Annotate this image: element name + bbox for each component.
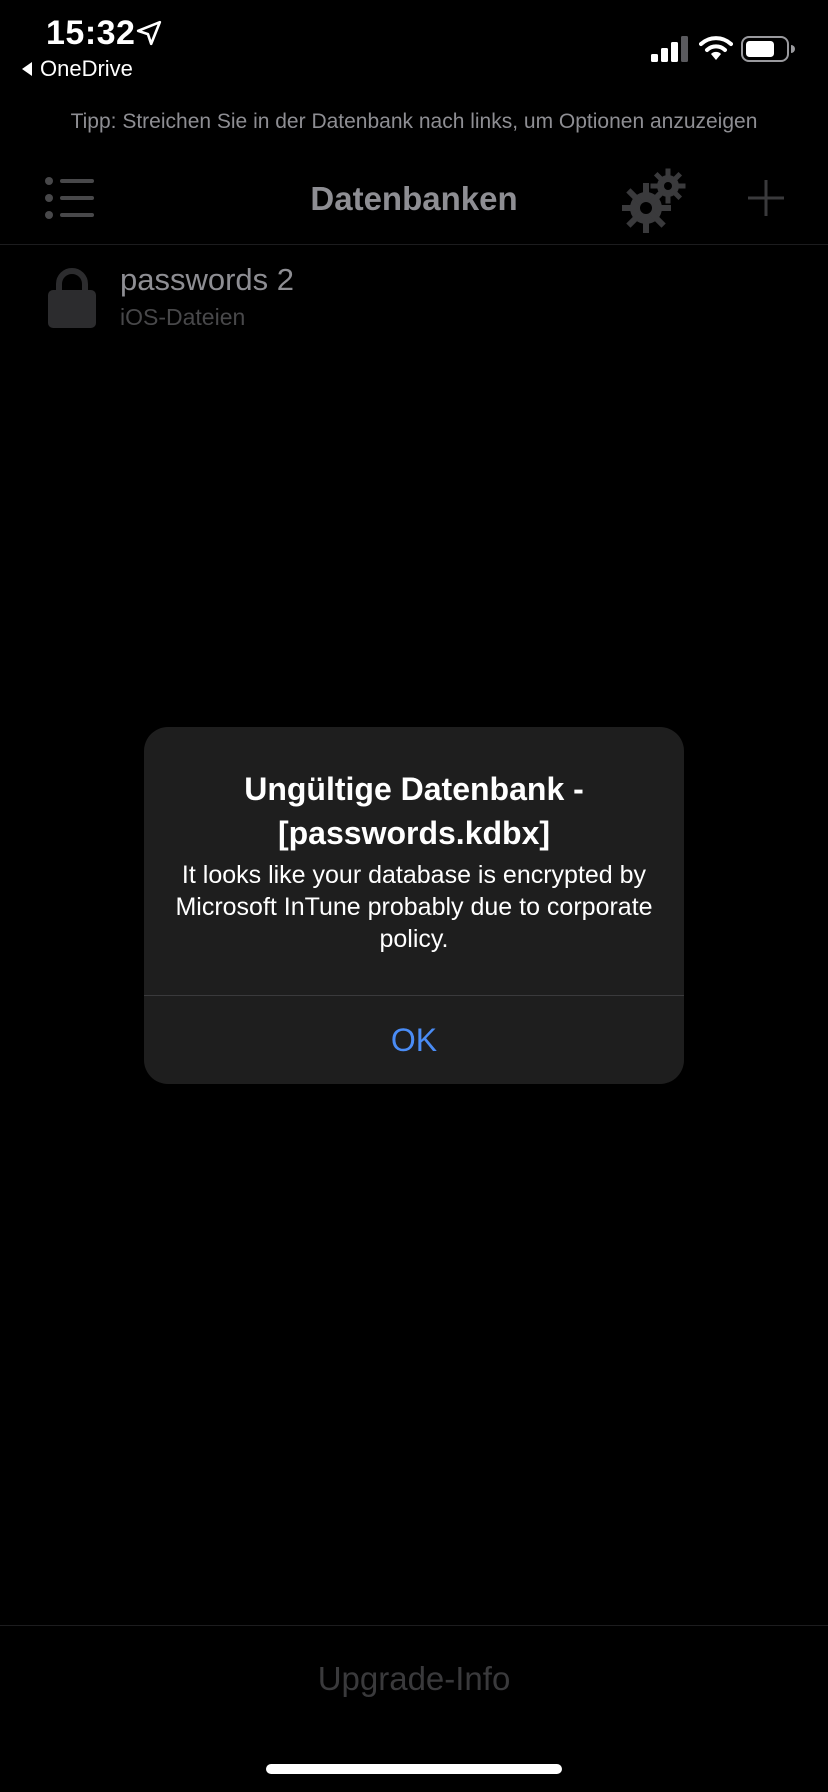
swipe-tip: Tipp: Streichen Sie in der Datenbank nac…: [70, 110, 758, 133]
footer-divider: [0, 1625, 828, 1626]
back-app-label: OneDrive: [40, 56, 133, 81]
database-name: passwords 2: [120, 262, 295, 297]
cellular-signal-icon: [651, 36, 688, 62]
lock-icon: [48, 268, 96, 328]
alert-title: Ungültige Datenbank - [passwords.kdbx]: [244, 771, 584, 851]
upgrade-info-button[interactable]: Upgrade-Info: [0, 1660, 828, 1698]
wifi-icon: [699, 36, 733, 60]
alert-dialog: Ungültige Datenbank - [passwords.kdbx] I…: [144, 727, 684, 1084]
ok-button[interactable]: OK: [144, 996, 684, 1084]
home-indicator[interactable]: [266, 1764, 562, 1774]
location-arrow-icon: [136, 20, 162, 46]
page-title: Datenbanken: [310, 180, 518, 217]
status-time: 15:32: [46, 14, 136, 52]
alert-message: It looks like your database is encrypted…: [175, 861, 653, 953]
back-to-app-button[interactable]: OneDrive: [20, 56, 133, 82]
status-bar: 15:32 OneDrive: [0, 0, 828, 90]
plus-icon[interactable]: [746, 178, 786, 218]
battery-icon: [741, 36, 795, 62]
database-list-item[interactable]: passwords 2 iOS-Dateien: [0, 248, 828, 338]
gear-icon[interactable]: [622, 168, 688, 234]
navigation-bar: Datenbanken: [0, 160, 828, 245]
database-source: iOS-Dateien: [120, 304, 246, 330]
list-icon[interactable]: [44, 176, 96, 220]
back-caret-icon: [22, 62, 32, 76]
